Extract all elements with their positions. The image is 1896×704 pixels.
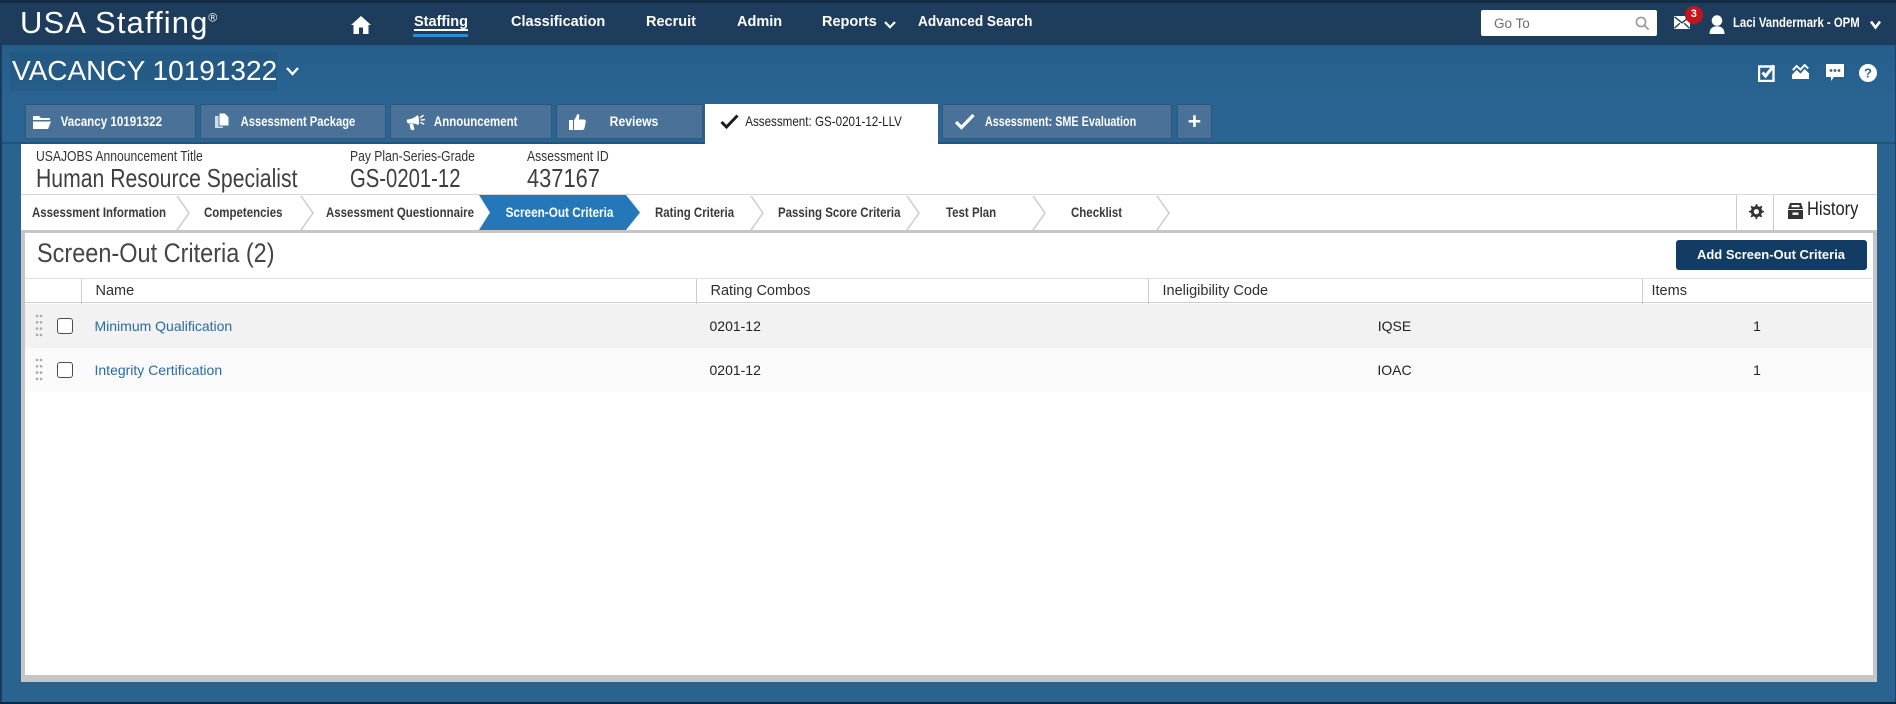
svg-text:?: ?: [1864, 66, 1872, 81]
